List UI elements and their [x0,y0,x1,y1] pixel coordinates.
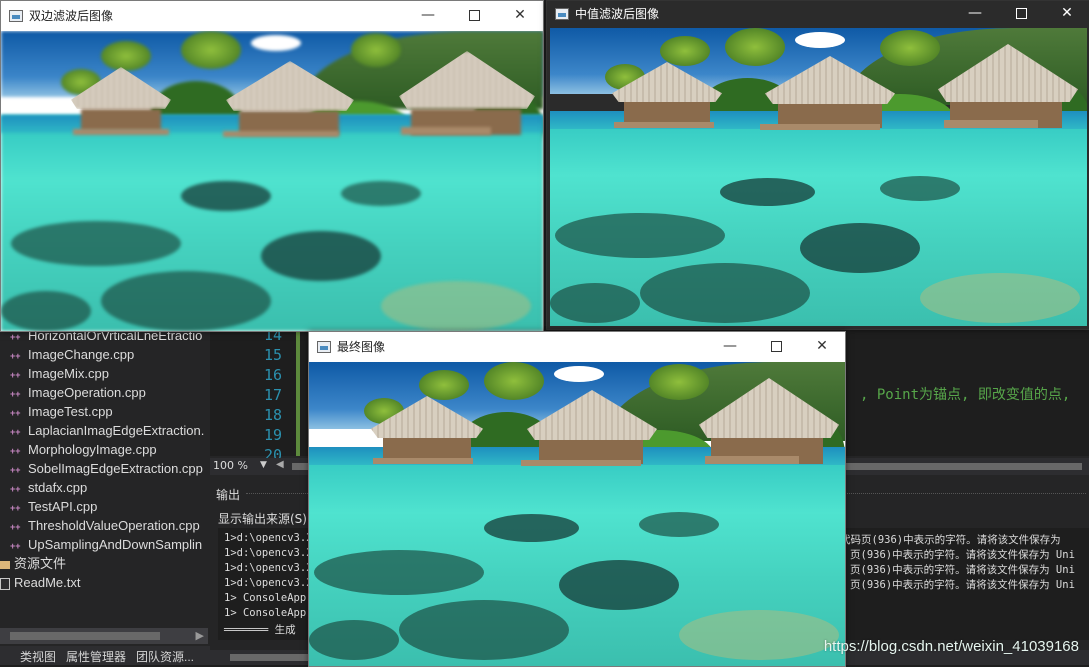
solution-file-item[interactable]: ++ UpSamplingAndDownSamplin [10,535,202,554]
output-line-tail: 页(936)中表示的字符。请将该文件保存为 Uni [850,564,1075,576]
line-number: 16 [263,366,282,384]
final-image [309,362,845,666]
file-label: ThresholdValueOperation.cpp [28,518,200,533]
solution-file-item[interactable]: ++ LaplacianImagEdgeExtraction. [10,421,204,440]
tab-property-manager[interactable]: 属性管理器 [66,648,126,665]
output-line: 1>d:\opencv3.2 [224,577,313,589]
line-number: 18 [263,406,282,424]
bilateral-image [1,31,543,331]
output-source-label: 显示输出来源(S): [218,512,312,526]
file-label: MorphologyImage.cpp [28,442,157,457]
output-line-tail: 页(936)中表示的字符。请将该文件保存为 Uni [850,579,1075,591]
output-line: 1> ConsoleApp [224,592,307,604]
output-line: 1>d:\opencv3.2 [224,547,313,559]
close-button[interactable]: ✕ [1044,1,1089,28]
solution-file-item[interactable]: ++ TestAPI.cpp [10,497,97,516]
window-median-filter[interactable]: 中值滤波后图像 — ✕ [546,0,1089,330]
output-line-tail: 页(936)中表示的字符。请将该文件保存为 Uni [850,549,1075,561]
file-label: SobelImagEdgeExtraction.cpp [28,461,203,476]
file-readme[interactable]: ReadMe.txt [0,573,80,592]
zoom-dropdown-icon[interactable]: ▼ [260,460,267,470]
maximize-icon [770,340,782,352]
window-bilateral-filter[interactable]: 双边滤波后图像 — ✕ [0,0,544,332]
file-label: LaplacianImagEdgeExtraction. [28,423,205,438]
folder-resource-files[interactable]: 资源文件 [0,554,66,573]
zoom-level[interactable]: 100 % [213,459,248,472]
explorer-bottom-tabs: 类视图 属性管理器 团队资源... [0,646,210,665]
output-line: 1>d:\opencv3.2 [224,532,313,544]
line-number: 19 [263,426,282,444]
minimize-button[interactable]: — [952,1,998,28]
solution-file-item[interactable]: ++ ImageTest.cpp [10,402,113,421]
solution-file-item[interactable]: ++ ThresholdValueOperation.cpp [10,516,200,535]
maximize-button[interactable] [998,1,1044,28]
file-label: ReadMe.txt [14,575,81,590]
change-tracking-bar [296,326,300,456]
solution-file-item[interactable]: ++ MorphologyImage.cpp [10,440,157,459]
window-title: 双边滤波后图像 [29,9,114,23]
maximize-icon [468,9,480,21]
output-line-tail: 代码页(936)中表示的字符。请将该文件保存为 [840,534,1061,546]
median-image [550,28,1087,326]
folder-label: 资源文件 [14,556,67,571]
csdn-watermark: https://blog.csdn.net/weixin_41039168 [823,638,1079,655]
folder-icon [0,560,10,569]
line-number: 17 [263,386,282,404]
output-line: 1>d:\opencv3.2 [224,562,313,574]
opencv-window-icon [555,8,569,20]
window-title: 最终图像 [337,340,386,354]
text-file-icon [0,577,10,590]
output-title: 输出 [216,488,241,502]
solution-explorer-hscrollbar[interactable]: ▶ [0,628,208,644]
maximize-button[interactable] [451,1,497,31]
file-label: ImageChange.cpp [28,347,135,362]
output-line: ═══════ 生成 [224,624,296,636]
solution-explorer: ++ HorizontalOrVrticalLneEtractio ++ ImageC… [0,326,208,626]
scroll-right-arrow-icon[interactable]: ▶ [196,629,204,642]
window-title: 中值滤波后图像 [575,7,660,21]
line-number: 15 [263,346,282,364]
solution-file-item[interactable]: ++ stdafx.cpp [10,478,87,497]
file-label: TestAPI.cpp [28,499,98,514]
file-label: ImageMix.cpp [28,366,109,381]
file-label: stdafx.cpp [28,480,88,495]
tab-team-explorer[interactable]: 团队资源... [136,648,194,665]
close-button[interactable]: ✕ [497,1,543,31]
file-label: ImageOperation.cpp [28,385,146,400]
solution-file-item[interactable]: ++ ImageMix.cpp [10,364,109,383]
maximize-button[interactable] [753,332,799,362]
minimize-button[interactable]: — [707,332,753,362]
opencv-window-icon [9,10,23,22]
solution-file-item[interactable]: ++ ImageChange.cpp [10,345,134,364]
file-label: UpSamplingAndDownSamplin [28,537,203,552]
tab-class-view[interactable]: 类视图 [20,648,56,665]
close-button[interactable]: ✕ [799,332,845,362]
titlebar[interactable]: 双边滤波后图像 — ✕ [1,1,543,31]
scrollbar-thumb[interactable] [10,632,160,640]
opencv-window-icon [317,341,331,353]
solution-file-item[interactable]: ++ ImageOperation.cpp [10,383,146,402]
scroll-left-arrow-icon[interactable]: ◀ [276,459,284,470]
titlebar[interactable]: 最终图像 — ✕ [309,332,845,362]
solution-file-item[interactable]: ++ SobelImagEdgeExtraction.cpp [10,459,203,478]
code-comment: , Point为锚点, 即改变值的点, [860,387,1071,403]
maximize-icon [1015,7,1027,19]
minimize-button[interactable]: — [405,1,451,31]
file-label: ImageTest.cpp [28,404,113,419]
titlebar[interactable]: 中值滤波后图像 — ✕ [547,1,1089,28]
output-line: 1> ConsoleApp [224,607,307,619]
window-final-image[interactable]: 最终图像 — ✕ [308,331,846,667]
